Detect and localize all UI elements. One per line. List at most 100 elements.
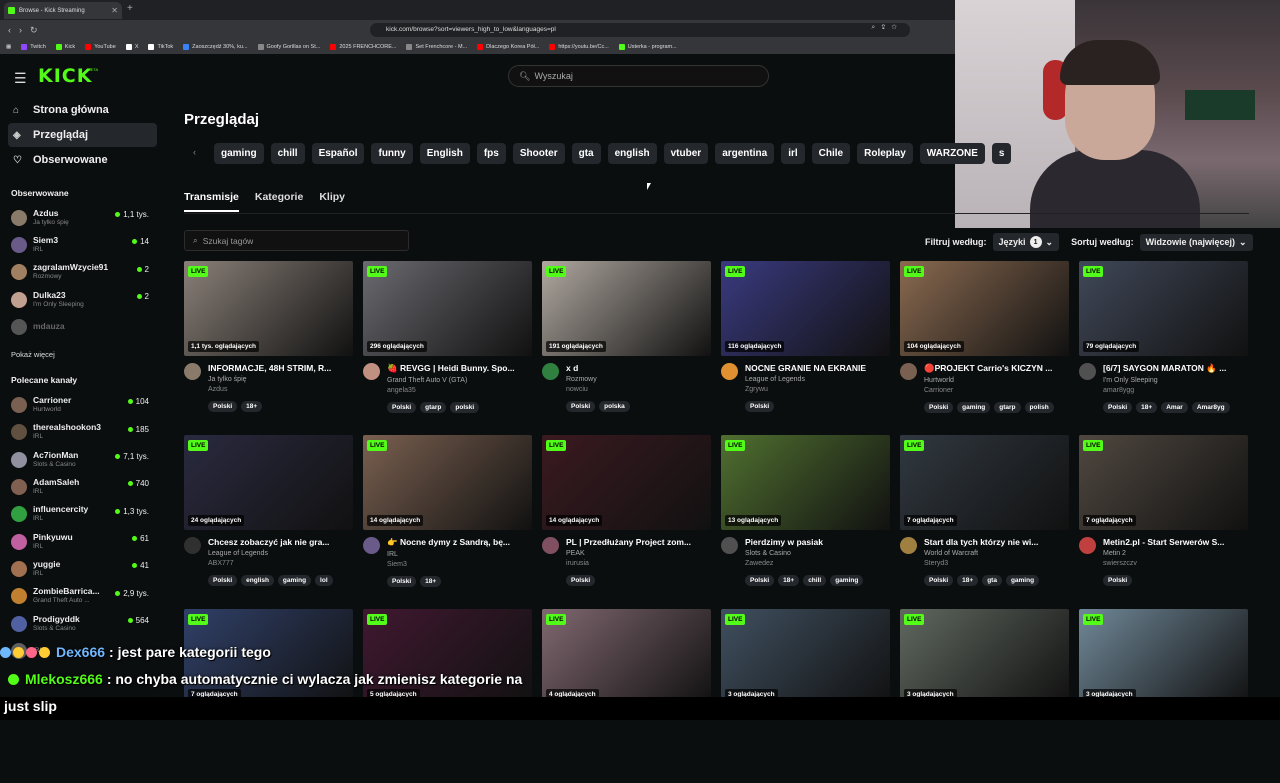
stream-tag[interactable]: Polski (566, 401, 596, 412)
stream-tag[interactable]: Polski (1103, 402, 1133, 413)
sidebar-channel[interactable]: Dulka23 I'm Only Sleeping 2 (0, 286, 165, 313)
stream-tag[interactable]: Amar (1161, 402, 1188, 413)
avatar[interactable] (721, 537, 738, 554)
channel-name[interactable]: angela35 (387, 387, 529, 394)
stream-tag[interactable]: Polski (745, 401, 775, 412)
tag-search-input[interactable]: ⌕ Szukaj tagów (184, 230, 409, 251)
avatar[interactable] (542, 363, 559, 380)
address-bar[interactable]: kick.com/browse?sort=viewers_high_to_low… (370, 23, 910, 37)
new-tab-icon[interactable]: + (127, 3, 133, 14)
stream-tag[interactable]: gtarp (420, 402, 447, 413)
tag-chip[interactable]: Roleplay (857, 143, 913, 164)
stream-thumbnail[interactable]: LIVE 191 oglądających (542, 261, 711, 356)
stream-thumbnail[interactable]: LIVE 3 oglądających (721, 609, 890, 704)
stream-card[interactable]: LIVE 24 oglądających Chcesz zobaczyć jak n… (184, 435, 353, 609)
bookmark-item[interactable]: Dlaczego Korea Pół... (477, 44, 539, 50)
stream-tag[interactable]: chill (803, 575, 827, 586)
stream-category[interactable]: League of Legends (208, 550, 350, 557)
sidebar-channel[interactable]: Carrioner Hurtworld 104 (0, 391, 165, 418)
stream-tag[interactable]: 18+ (241, 401, 263, 412)
zoom-icon[interactable]: ⌕ (871, 24, 881, 31)
stream-card[interactable]: LIVE 191 oglądających x d Rozmowy nowciu Pols… (542, 261, 711, 435)
stream-category[interactable]: Rozmowy (566, 376, 708, 383)
reload-icon[interactable]: ↻ (30, 25, 38, 36)
stream-card[interactable]: LIVE 3 oglądających (1079, 609, 1248, 783)
stream-tag[interactable]: Polski (924, 402, 954, 413)
stream-thumbnail[interactable]: LIVE 296 oglądających (363, 261, 532, 356)
stream-thumbnail[interactable]: LIVE 14 oglądających (363, 435, 532, 530)
tag-chip[interactable]: s (991, 143, 1012, 164)
bookmark-item[interactable]: Zaoszczędź 30%, ku... (183, 44, 248, 50)
stream-title[interactable]: Chcesz zobaczyć jak nie gra... (208, 537, 350, 547)
share-icon[interactable]: ⇪ (881, 24, 891, 31)
tag-chip[interactable]: chill (270, 143, 305, 164)
bookmark-item[interactable]: Twitch (21, 44, 46, 50)
stream-title[interactable]: INFORMACJE, 48H STRIM, R... (208, 363, 350, 373)
stream-thumbnail[interactable]: LIVE 3 oglądających (900, 609, 1069, 704)
sidebar-channel[interactable]: Siem3 IRL 14 (0, 231, 165, 258)
stream-thumbnail[interactable]: LIVE 3 oglądających (1079, 609, 1248, 704)
stream-thumbnail[interactable]: LIVE 4 oglądających (542, 609, 711, 704)
tab-2[interactable]: Klipy (319, 191, 345, 212)
sidebar-channel[interactable]: influencercity IRL 1,3 tys. (0, 501, 165, 528)
stream-tag[interactable]: 18+ (957, 575, 979, 586)
avatar[interactable] (363, 363, 380, 380)
sidebar-channel[interactable]: Pinkyuwu IRL 61 (0, 528, 165, 555)
stream-tag[interactable]: english (241, 575, 274, 586)
tag-chip[interactable]: gaming (214, 143, 264, 164)
channel-name[interactable]: Siem3 (387, 561, 529, 568)
search-input[interactable]: 🔍︎ Wyszukaj (508, 65, 769, 87)
sidebar-channel[interactable]: therealshookon3 IRL 185 (0, 419, 165, 446)
bookmark-item[interactable]: YouTube (85, 44, 116, 50)
stream-thumbnail[interactable]: LIVE 79 oglądających (1079, 261, 1248, 356)
stream-title[interactable]: PL | Przedłużany Project zom... (566, 537, 708, 547)
stream-thumbnail[interactable]: LIVE 7 oglądających (900, 435, 1069, 530)
stream-tag[interactable]: polska (599, 401, 630, 412)
stream-card[interactable]: LIVE 116 oglądających NOCNE GRANIE NA EKRA… (721, 261, 890, 435)
stream-tag[interactable]: polski (450, 402, 480, 413)
stream-title[interactable]: 👉 Nocne dymy z Sandrą, bę... (387, 537, 529, 548)
avatar[interactable] (1079, 363, 1096, 380)
sidebar-nav-2[interactable]: ♡ Obserwowane (8, 148, 157, 172)
bookmark-item[interactable]: https://youtu.be/Cc... (549, 44, 609, 50)
avatar[interactable] (900, 363, 917, 380)
stream-tag[interactable]: Polski (387, 402, 417, 413)
tag-chip[interactable]: argentina (715, 143, 775, 164)
stream-card[interactable]: LIVE 1,1 tys. oglądających INFORMACJE, 48H… (184, 261, 353, 435)
stream-tag[interactable]: gaming (830, 575, 864, 586)
stream-category[interactable]: Metin 2 (1103, 550, 1245, 557)
stream-card[interactable]: LIVE 3 oglądających (721, 609, 890, 783)
stream-card[interactable]: LIVE 13 oglądających Pierdzimy w pasiak Slo… (721, 435, 890, 609)
stream-thumbnail[interactable]: LIVE 24 oglądających (184, 435, 353, 530)
stream-title[interactable]: 🍓 REVGG | Heidi Bunny. Spo... (387, 363, 529, 374)
stream-title[interactable]: Metin2.pl - Start Serwerów S... (1103, 537, 1245, 547)
stream-thumbnail[interactable]: LIVE 7 oglądających (1079, 435, 1248, 530)
sidebar-channel[interactable]: Azdus Ja tylko śpię 1,1 tys. (0, 204, 165, 231)
channel-name[interactable]: amar8ygg (1103, 387, 1245, 394)
stream-tag[interactable]: gtarp (994, 402, 1021, 413)
close-tab-icon[interactable]: ✕ (111, 6, 118, 15)
avatar[interactable] (721, 363, 738, 380)
stream-thumbnail[interactable]: LIVE 5 oglądających (363, 609, 532, 704)
stream-tag[interactable]: Amar8yg (1191, 402, 1230, 413)
tag-chip[interactable]: Español (311, 143, 365, 164)
stream-tag[interactable]: 18+ (1136, 402, 1158, 413)
tag-chip[interactable]: english (607, 143, 657, 164)
stream-card[interactable]: LIVE 104 oglądających 🔴PROJEKT Carrio's KI… (900, 261, 1069, 435)
stream-tag[interactable]: 18+ (778, 575, 800, 586)
sidebar-channel[interactable]: Ac7ionMan Slots & Casino 7,1 tys. (0, 446, 165, 473)
stream-tag[interactable]: gta (982, 575, 1002, 586)
tag-chip[interactable]: English (419, 143, 470, 164)
avatar[interactable] (363, 537, 380, 554)
tag-chip[interactable]: gta (571, 143, 601, 164)
tag-chip[interactable]: fps (476, 143, 506, 164)
channel-name[interactable]: nowciu (566, 386, 708, 393)
stream-tag[interactable]: gaming (957, 402, 991, 413)
stream-tag[interactable]: polish (1024, 402, 1054, 413)
stream-tag[interactable]: Polski (387, 576, 417, 587)
avatar[interactable] (900, 537, 917, 554)
stream-card[interactable]: LIVE 7 oglądających Start dla tych którzy … (900, 435, 1069, 609)
tag-chip[interactable]: Shooter (512, 143, 565, 164)
stream-card[interactable]: LIVE 3 oglądających (900, 609, 1069, 783)
stream-title[interactable]: x d (566, 363, 708, 373)
